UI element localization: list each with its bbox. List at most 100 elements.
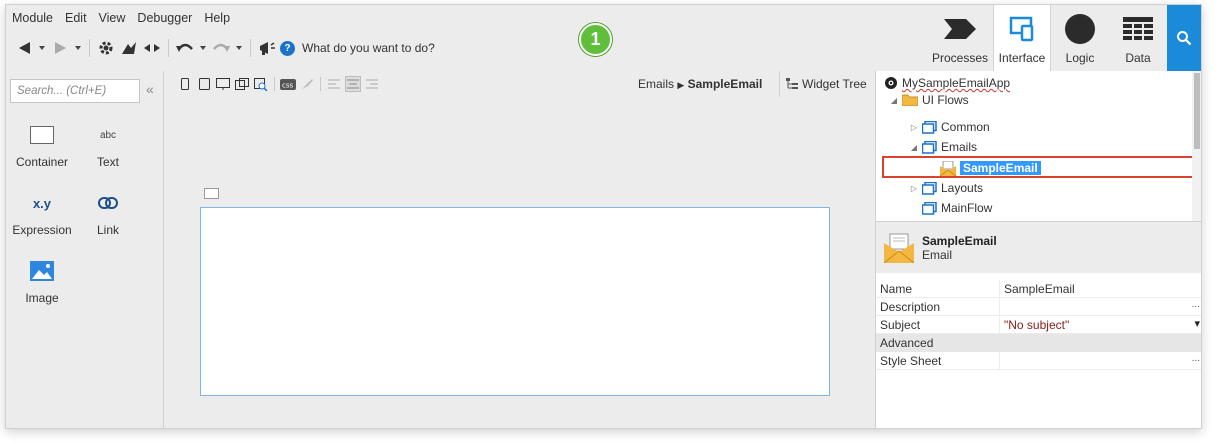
tree-item-sample-email[interactable]: SampleEmail xyxy=(940,158,1041,178)
property-stylesheet-label: Style Sheet xyxy=(876,352,1000,369)
tablet-preview-icon[interactable] xyxy=(196,76,212,92)
desktop-preview-icon[interactable] xyxy=(215,76,231,92)
property-description-label: Description xyxy=(876,298,1000,315)
menu-debugger[interactable]: Debugger xyxy=(137,11,192,25)
align-left-icon[interactable] xyxy=(326,76,342,92)
help-search-text[interactable]: What do you want to do? xyxy=(302,41,435,55)
properties-grid: Name SampleEmail Description ... Subject… xyxy=(876,280,1201,370)
tree-icon xyxy=(786,78,798,89)
tree-item-emails[interactable]: ◢ Emails xyxy=(910,137,977,157)
element-details-title: SampleEmail xyxy=(922,233,997,248)
element-details-type: Email xyxy=(922,247,953,262)
expression-icon: x.y xyxy=(32,195,52,211)
widget-tree-tab[interactable]: Widget Tree xyxy=(779,71,875,97)
collapsed-arrow-icon[interactable]: ▷ xyxy=(910,184,918,193)
forward-arrow-icon[interactable] xyxy=(50,38,70,58)
widget-link-label: Link xyxy=(96,223,119,237)
widget-image[interactable]: Image xyxy=(10,257,74,305)
widget-image-label: Image xyxy=(25,291,59,305)
widget-container[interactable]: Container xyxy=(10,121,74,169)
help-icon[interactable]: ? xyxy=(280,40,295,56)
tab-processes[interactable]: Processes xyxy=(927,5,993,71)
tree-item-sample-email-label: SampleEmail xyxy=(960,161,1041,175)
property-row-subject: Subject "No subject" ▾ xyxy=(876,316,1201,334)
email-body-container[interactable] xyxy=(200,207,830,396)
property-description-value[interactable]: ... xyxy=(1000,298,1201,315)
align-center-icon[interactable] xyxy=(345,76,361,92)
zoom-preview-icon[interactable] xyxy=(253,76,269,92)
menu-view[interactable]: View xyxy=(99,11,126,25)
announce-icon[interactable] xyxy=(257,38,277,58)
chevron-down-icon[interactable] xyxy=(234,38,244,58)
ellipsis-button[interactable]: ... xyxy=(1192,299,1200,310)
tree-scrollbar[interactable] xyxy=(1192,71,1201,221)
widget-text[interactable]: abc Text xyxy=(76,121,140,170)
tab-logic[interactable]: Logic xyxy=(1051,5,1109,71)
global-search-button[interactable] xyxy=(1167,5,1201,71)
tree-item-mainflow[interactable]: MainFlow xyxy=(922,198,992,218)
property-row-name: Name SampleEmail xyxy=(876,280,1201,298)
widget-link[interactable]: Link xyxy=(76,189,140,237)
folder-icon xyxy=(902,94,918,106)
svg-text:css: css xyxy=(282,81,293,89)
tree-item-ui-flows[interactable]: ◢ UI Flows xyxy=(890,90,969,110)
chevron-right-icon: ▶ xyxy=(677,80,685,90)
expanded-arrow-icon[interactable]: ◢ xyxy=(890,96,898,105)
tree-item-layouts[interactable]: ▷ Layouts xyxy=(910,178,983,198)
redo-icon[interactable] xyxy=(211,38,231,58)
back-arrow-icon[interactable] xyxy=(14,38,34,58)
email-icon xyxy=(940,160,956,176)
email-header-placeholder[interactable] xyxy=(204,188,219,199)
widget-container-label: Container xyxy=(15,155,69,169)
text-icon: abc xyxy=(99,129,117,141)
breadcrumb-parent[interactable]: Emails xyxy=(638,77,674,91)
tree-item-layouts-label: Layouts xyxy=(941,181,984,195)
chevron-down-icon[interactable] xyxy=(73,38,83,58)
menu-help[interactable]: Help xyxy=(204,11,230,25)
collapsed-arrow-icon[interactable]: ▷ xyxy=(910,123,918,132)
chevron-down-icon[interactable] xyxy=(198,38,208,58)
breadcrumb: Emails ▶ SampleEmail xyxy=(638,77,762,91)
layout-preview-icon[interactable] xyxy=(234,76,250,92)
undo-icon[interactable] xyxy=(175,38,195,58)
collapse-panel-button[interactable]: « xyxy=(146,81,154,97)
image-icon xyxy=(10,257,74,285)
phone-preview-icon[interactable] xyxy=(177,76,193,92)
tab-data[interactable]: Data xyxy=(1109,5,1167,71)
main-toolbar: ? What do you want to do? xyxy=(14,37,435,59)
gear-icon[interactable] xyxy=(96,38,116,58)
widget-expression-label: Expression xyxy=(12,223,72,237)
flow-icon xyxy=(922,181,937,195)
property-subject-field[interactable]: "No subject" ▾ xyxy=(1000,316,1201,333)
property-stylesheet-value[interactable]: ... xyxy=(1000,352,1201,369)
element-details-text: SampleEmail Email xyxy=(922,234,997,262)
theme-brush-icon[interactable] xyxy=(299,76,315,92)
property-group-advanced[interactable]: Advanced xyxy=(876,334,1201,352)
tab-data-label: Data xyxy=(1125,51,1151,65)
flow-icon xyxy=(922,201,937,215)
toolbar-divider xyxy=(320,77,321,91)
ellipsis-button[interactable]: ... xyxy=(1192,353,1200,364)
processes-icon xyxy=(942,11,978,47)
dropdown-arrow-icon[interactable]: ▾ xyxy=(1194,317,1200,330)
widget-expression[interactable]: x.y Expression xyxy=(10,189,74,238)
compare-icon[interactable] xyxy=(142,38,162,58)
property-name-value[interactable]: SampleEmail xyxy=(1000,280,1201,297)
widget-search-input[interactable]: Search... (Ctrl+E) xyxy=(10,79,140,103)
module-tree: MySampleEmailApp ◢ UI Flows ▷ Common ◢ E… xyxy=(876,71,1192,221)
chevron-down-icon[interactable] xyxy=(37,38,47,58)
menu-module[interactable]: Module xyxy=(12,11,53,25)
expanded-arrow-icon[interactable]: ◢ xyxy=(910,143,918,152)
css-icon[interactable]: css xyxy=(280,76,296,92)
menu-edit[interactable]: Edit xyxy=(65,11,87,25)
tab-interface[interactable]: Interface xyxy=(993,5,1051,71)
elements-panel: MySampleEmailApp ◢ UI Flows ▷ Common ◢ E… xyxy=(875,71,1201,428)
tab-processes-label: Processes xyxy=(931,51,989,65)
publish-icon[interactable] xyxy=(119,38,139,58)
align-right-icon[interactable] xyxy=(364,76,380,92)
scrollbar-thumb[interactable] xyxy=(1194,73,1200,149)
tree-item-common[interactable]: ▷ Common xyxy=(910,117,990,137)
widget-toolbox: Search... (Ctrl+E) « Container abc Text … xyxy=(6,71,164,428)
interface-icon xyxy=(1008,11,1036,47)
breadcrumb-current: SampleEmail xyxy=(687,77,763,91)
